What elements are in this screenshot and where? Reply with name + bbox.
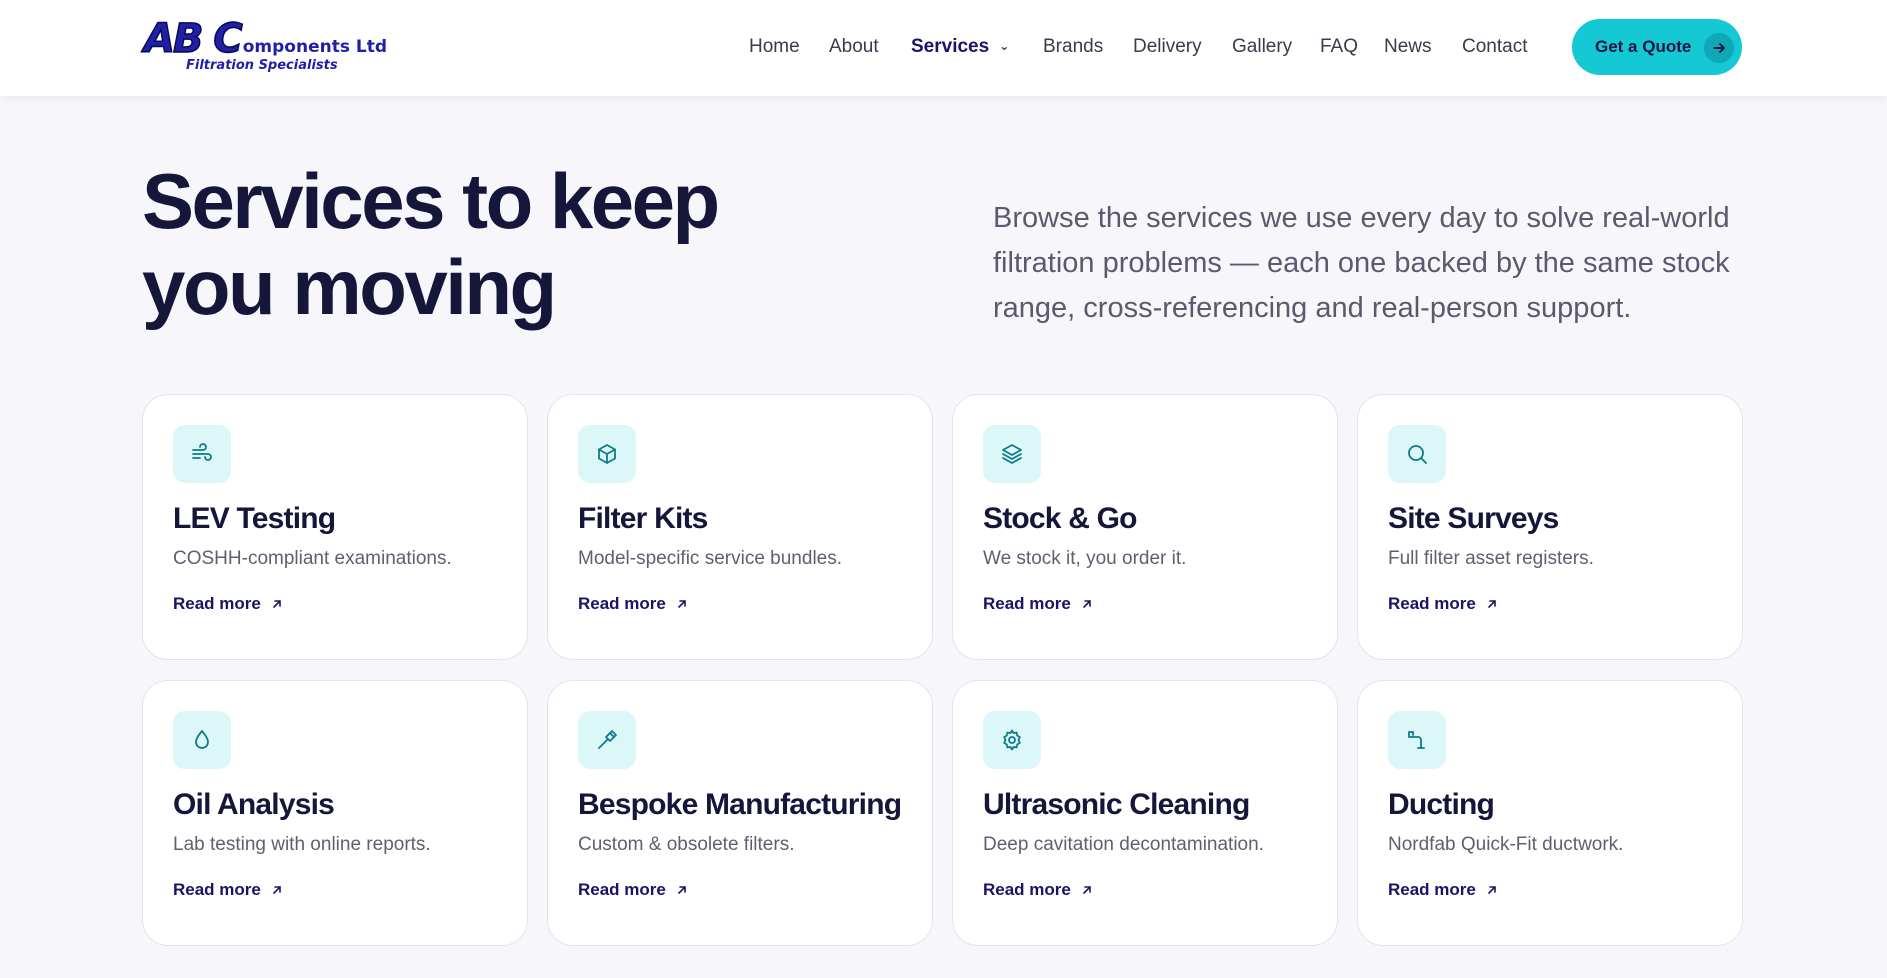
read-more-link[interactable]: Read more — [173, 594, 283, 614]
card-title: Filter Kits — [578, 502, 708, 535]
arrow-up-right-icon — [678, 886, 686, 894]
nav-services-label: Services — [911, 36, 990, 57]
logo-wordmark: AB Components Ltd — [143, 15, 388, 63]
service-card-bespoke-manufacturing[interactable]: Bespoke Manufacturing Custom & obsolete … — [547, 680, 933, 946]
service-card-lev-testing[interactable]: LEV Testing COSHH-compliant examinations… — [142, 394, 528, 660]
hammer-icon — [578, 711, 636, 769]
read-more-label: Read more — [983, 594, 1071, 613]
logo-big-letters: AB C — [143, 15, 243, 63]
card-description: COSHH-compliant examinations. — [173, 548, 452, 569]
nav-contact[interactable]: Contact — [1462, 36, 1527, 58]
service-card-filter-kits[interactable]: Filter Kits Model-specific service bundl… — [547, 394, 933, 660]
card-title: Ultrasonic Cleaning — [983, 788, 1250, 821]
service-card-ultrasonic-cleaning[interactable]: Ultrasonic Cleaning Deep cavitation deco… — [952, 680, 1338, 946]
read-more-link[interactable]: Read more — [1388, 594, 1498, 614]
arrow-up-right-icon — [1083, 886, 1091, 894]
nav-about[interactable]: About — [829, 36, 879, 58]
card-title: Stock & Go — [983, 502, 1138, 535]
droplet-icon — [173, 711, 231, 769]
arrow-up-right-icon — [273, 886, 281, 894]
read-more-link[interactable]: Read more — [983, 594, 1093, 614]
read-more-label: Read more — [173, 594, 261, 613]
card-title: Site Surveys — [1388, 502, 1559, 535]
service-card-oil-analysis[interactable]: Oil Analysis Lab testing with online rep… — [142, 680, 528, 946]
get-a-quote-label: Get a Quote — [1595, 37, 1692, 56]
card-title: LEV Testing — [173, 502, 336, 535]
read-more-label: Read more — [1388, 594, 1476, 613]
get-a-quote-button[interactable]: Get a Quote — [1572, 19, 1742, 75]
service-card-ducting[interactable]: Ducting Nordfab Quick-Fit ductwork. Read… — [1357, 680, 1743, 946]
nav-news[interactable]: News — [1384, 36, 1432, 58]
read-more-label: Read more — [578, 880, 666, 899]
nav-services[interactable]: Services ⌄ — [911, 36, 1009, 58]
nav-home[interactable]: Home — [749, 36, 800, 58]
nav-gallery[interactable]: Gallery — [1232, 36, 1292, 58]
read-more-link[interactable]: Read more — [173, 880, 283, 900]
arrow-up-right-icon — [273, 600, 281, 608]
card-description: Nordfab Quick-Fit ductwork. — [1388, 834, 1624, 855]
layers-icon — [983, 425, 1041, 483]
arrow-up-right-icon — [1488, 600, 1496, 608]
arrow-right-icon — [1704, 33, 1734, 63]
card-title: Oil Analysis — [173, 788, 335, 821]
card-title: Ducting — [1388, 788, 1495, 821]
card-description: Lab testing with online reports. — [173, 834, 431, 855]
box-icon — [578, 425, 636, 483]
service-card-site-surveys[interactable]: Site Surveys Full filter asset registers… — [1357, 394, 1743, 660]
read-more-link[interactable]: Read more — [983, 880, 1093, 900]
company-logo[interactable]: AB Components Ltd Filtration Specialists — [143, 15, 387, 78]
pipe-icon — [1388, 711, 1446, 769]
card-description: Model-specific service bundles. — [578, 548, 843, 569]
card-description: Deep cavitation decontamination. — [983, 834, 1264, 855]
read-more-label: Read more — [173, 880, 261, 899]
logo-tagline: Filtration Specialists — [186, 58, 338, 73]
site-header: AB Components Ltd Filtration Specialists… — [0, 0, 1887, 96]
nav-delivery[interactable]: Delivery — [1133, 36, 1202, 58]
nav-brands[interactable]: Brands — [1043, 36, 1103, 58]
nav-faq[interactable]: FAQ — [1320, 36, 1358, 58]
card-description: Custom & obsolete filters. — [578, 834, 795, 855]
service-card-stock-and-go[interactable]: Stock & Go We stock it, you order it. Re… — [952, 394, 1338, 660]
wind-icon — [173, 425, 231, 483]
chevron-down-icon: ⌄ — [999, 39, 1010, 53]
page-intro: Browse the services we use every day to … — [993, 202, 1730, 324]
arrow-up-right-icon — [1083, 600, 1091, 608]
card-title: Bespoke Manufacturing — [578, 788, 902, 821]
logo-small-letters: omponents Ltd — [242, 37, 388, 57]
card-description: We stock it, you order it. — [983, 548, 1187, 569]
arrow-up-right-icon — [1488, 886, 1496, 894]
read-more-label: Read more — [578, 594, 666, 613]
read-more-link[interactable]: Read more — [578, 880, 688, 900]
page-title: Services to keep you moving — [142, 157, 720, 331]
gear-icon — [983, 711, 1041, 769]
read-more-label: Read more — [983, 880, 1071, 899]
read-more-label: Read more — [1388, 880, 1476, 899]
arrow-up-right-icon — [678, 600, 686, 608]
search-icon — [1388, 425, 1446, 483]
card-description: Full filter asset registers. — [1388, 548, 1594, 569]
read-more-link[interactable]: Read more — [578, 594, 688, 614]
read-more-link[interactable]: Read more — [1388, 880, 1498, 900]
